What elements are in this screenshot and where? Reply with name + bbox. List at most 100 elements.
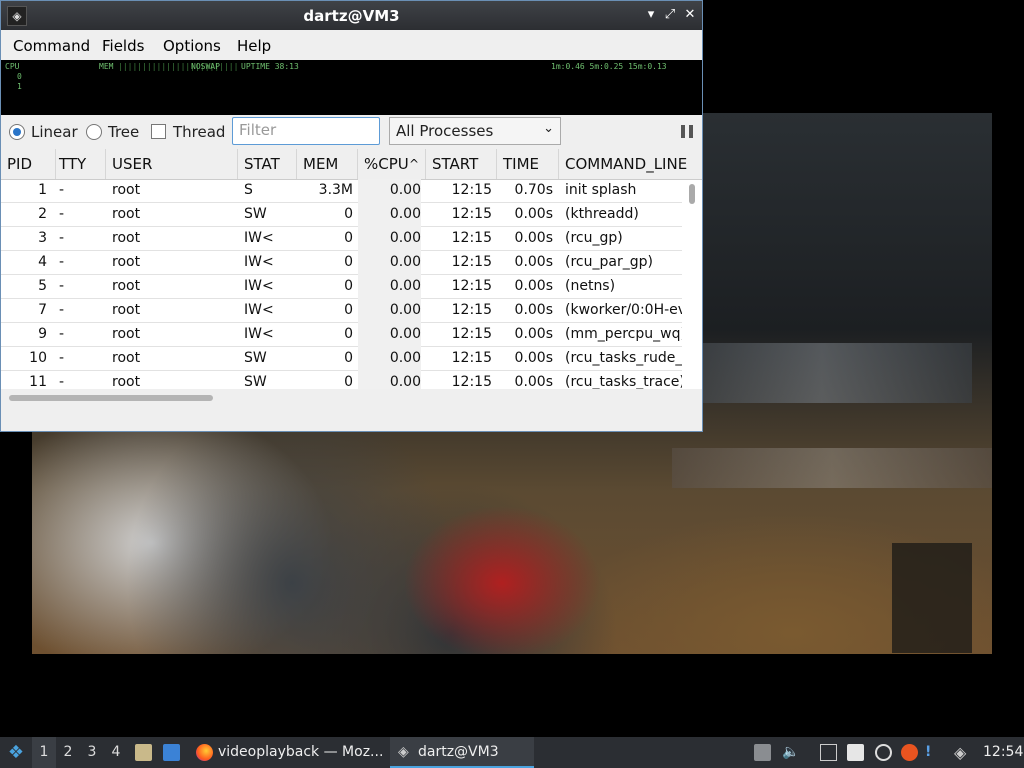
clock[interactable]: 12:54 (983, 737, 1023, 768)
tree-label[interactable]: Tree (108, 123, 139, 141)
removable-drive-icon[interactable] (754, 744, 771, 761)
workspace-3[interactable]: 3 (80, 737, 104, 768)
maximize-icon[interactable]: ⤢ (662, 7, 678, 23)
horizontal-scrollbar[interactable] (1, 389, 702, 407)
task-htop[interactable]: ◈ dartz@VM3 (390, 737, 534, 768)
cell-cmd: (kworker/0:0H-ev (565, 302, 682, 318)
linear-radio[interactable] (9, 124, 25, 140)
table-row[interactable]: 10- root SW 0 0.00 12:15 0.00s (rcu_tasks_rude_… (1, 347, 682, 371)
chevron-down-icon: ⌄ (543, 121, 554, 136)
cell-mem: 0 (344, 230, 353, 246)
cell-user: root (112, 230, 141, 246)
network-icon[interactable] (820, 744, 837, 761)
cell-cmd: (rcu_tasks_rude_) (565, 350, 682, 366)
close-icon[interactable]: ✕ (682, 7, 698, 23)
task-label: dartz@VM3 (418, 744, 499, 760)
table-row[interactable]: 3- root IW< 0 0.00 12:15 0.00s (rcu_gp) (1, 227, 682, 251)
cell-mem: 0 (344, 326, 353, 342)
thread-checkbox[interactable] (151, 124, 166, 139)
cell-start: 12:15 (451, 350, 492, 366)
system-meters: CPU MEM ||||||||||||||||||||||||| NOSWAP… (1, 60, 702, 115)
cell-cmd: (rcu_par_gp) (565, 254, 653, 270)
cell-pid: 10 (29, 350, 47, 366)
menu-fields[interactable]: Fields (102, 37, 144, 55)
cell-start: 12:15 (451, 230, 492, 246)
table-row[interactable]: 5- root IW< 0 0.00 12:15 0.00s (netns) (1, 275, 682, 299)
start-menu-icon[interactable]: ❖ (4, 737, 28, 768)
show-desktop-icon[interactable] (163, 744, 180, 761)
window-title: dartz@VM3 (303, 7, 400, 25)
power-manager-icon[interactable] (875, 744, 892, 761)
table-header: PID TTY USER STAT MEM %CPU ^ START TIME … (1, 149, 702, 180)
cell-user: root (112, 206, 141, 222)
workspace-4[interactable]: 4 (104, 737, 128, 768)
cell-tty: - (59, 206, 65, 222)
cell-start: 12:15 (451, 278, 492, 294)
table-row[interactable]: 9- root IW< 0 0.00 12:15 0.00s (mm_percpu_wq) (1, 323, 682, 347)
workspace-2[interactable]: 2 (56, 737, 80, 768)
column-user[interactable]: USER (106, 149, 238, 179)
cell-stat: SW (244, 350, 267, 366)
cell-mem: 0 (344, 278, 353, 294)
cell-cpu: 0.00 (358, 323, 421, 347)
cell-time: 0.70s (514, 182, 553, 198)
filter-input[interactable]: Filter (232, 117, 380, 145)
table-row[interactable]: 7- root IW< 0 0.00 12:15 0.00s (kworker/0:0H-ev (1, 299, 682, 323)
cpu0-meter: 0 (17, 72, 22, 81)
column-stat[interactable]: STAT (238, 149, 297, 179)
cell-tty: - (59, 326, 65, 342)
cell-start: 12:15 (451, 326, 492, 342)
update-notifier-icon[interactable] (901, 744, 918, 761)
menu-bar: Command Fields Options Help (1, 30, 702, 59)
cell-user: root (112, 350, 141, 366)
notification-icon[interactable]: ! (925, 744, 942, 761)
horizontal-scroll-thumb[interactable] (9, 395, 213, 401)
cell-start: 12:15 (451, 182, 492, 198)
tree-radio[interactable] (86, 124, 102, 140)
video-blur-shadow (892, 543, 972, 653)
column-cpu-label: %CPU (364, 155, 409, 173)
process-filter-select[interactable]: All Processes ⌄ (389, 117, 561, 145)
htop-tray-icon[interactable]: ◈ (954, 744, 971, 761)
column-pid[interactable]: PID (1, 149, 56, 179)
column-command-line[interactable]: COMMAND_LINE (559, 149, 702, 179)
column-tty[interactable]: TTY (53, 149, 106, 179)
task-videoplayback[interactable]: videoplayback — Moz... (192, 737, 386, 768)
vertical-scrollbar[interactable] (689, 184, 695, 204)
table-row[interactable]: 2- root SW 0 0.00 12:15 0.00s (kthreadd) (1, 203, 682, 227)
table-row[interactable]: 1- root S 3.3M 0.00 12:15 0.70s init splash (1, 179, 682, 203)
cell-tty: - (59, 254, 65, 270)
cell-pid: 3 (38, 230, 47, 246)
mem-meter-bar: ||||||||||||||||||||||||| (118, 62, 239, 71)
column-mem[interactable]: MEM (297, 149, 358, 179)
minimize-icon[interactable]: ▾ (643, 7, 659, 23)
column-start[interactable]: START (426, 149, 497, 179)
process-table: PID TTY USER STAT MEM %CPU ^ START TIME … (1, 149, 702, 389)
column-cpu[interactable]: %CPU ^ (358, 149, 426, 179)
table-row[interactable]: 11- root SW 0 0.00 12:15 0.00s (rcu_tasks_trace… (1, 371, 682, 389)
cell-pid: 7 (38, 302, 47, 318)
video-blur-band (672, 448, 992, 488)
thread-label[interactable]: Thread (173, 123, 225, 141)
file-manager-icon[interactable] (135, 744, 152, 761)
cell-cmd: (netns) (565, 278, 616, 294)
menu-options[interactable]: Options (163, 37, 221, 55)
cell-pid: 4 (38, 254, 47, 270)
cell-user: root (112, 278, 141, 294)
workspace-1[interactable]: 1 (32, 737, 56, 768)
column-time[interactable]: TIME (497, 149, 559, 179)
cell-time: 0.00s (514, 374, 553, 389)
table-row[interactable]: 4- root IW< 0 0.00 12:15 0.00s (rcu_par_gp) (1, 251, 682, 275)
cell-cpu: 0.00 (358, 275, 421, 299)
cell-tty: - (59, 374, 65, 389)
volume-icon[interactable]: 🔈 (782, 744, 799, 761)
clipboard-icon[interactable] (847, 744, 864, 761)
menu-command[interactable]: Command (13, 37, 90, 55)
cell-cmd: (rcu_gp) (565, 230, 623, 246)
menu-help[interactable]: Help (237, 37, 271, 55)
window-titlebar[interactable]: ◈ dartz@VM3 ▾ ⤢ ✕ (1, 1, 702, 30)
linear-label[interactable]: Linear (31, 123, 78, 141)
task-label: videoplayback — Moz... (218, 744, 384, 760)
cell-stat: IW< (244, 278, 274, 294)
pause-icon[interactable] (681, 125, 695, 138)
